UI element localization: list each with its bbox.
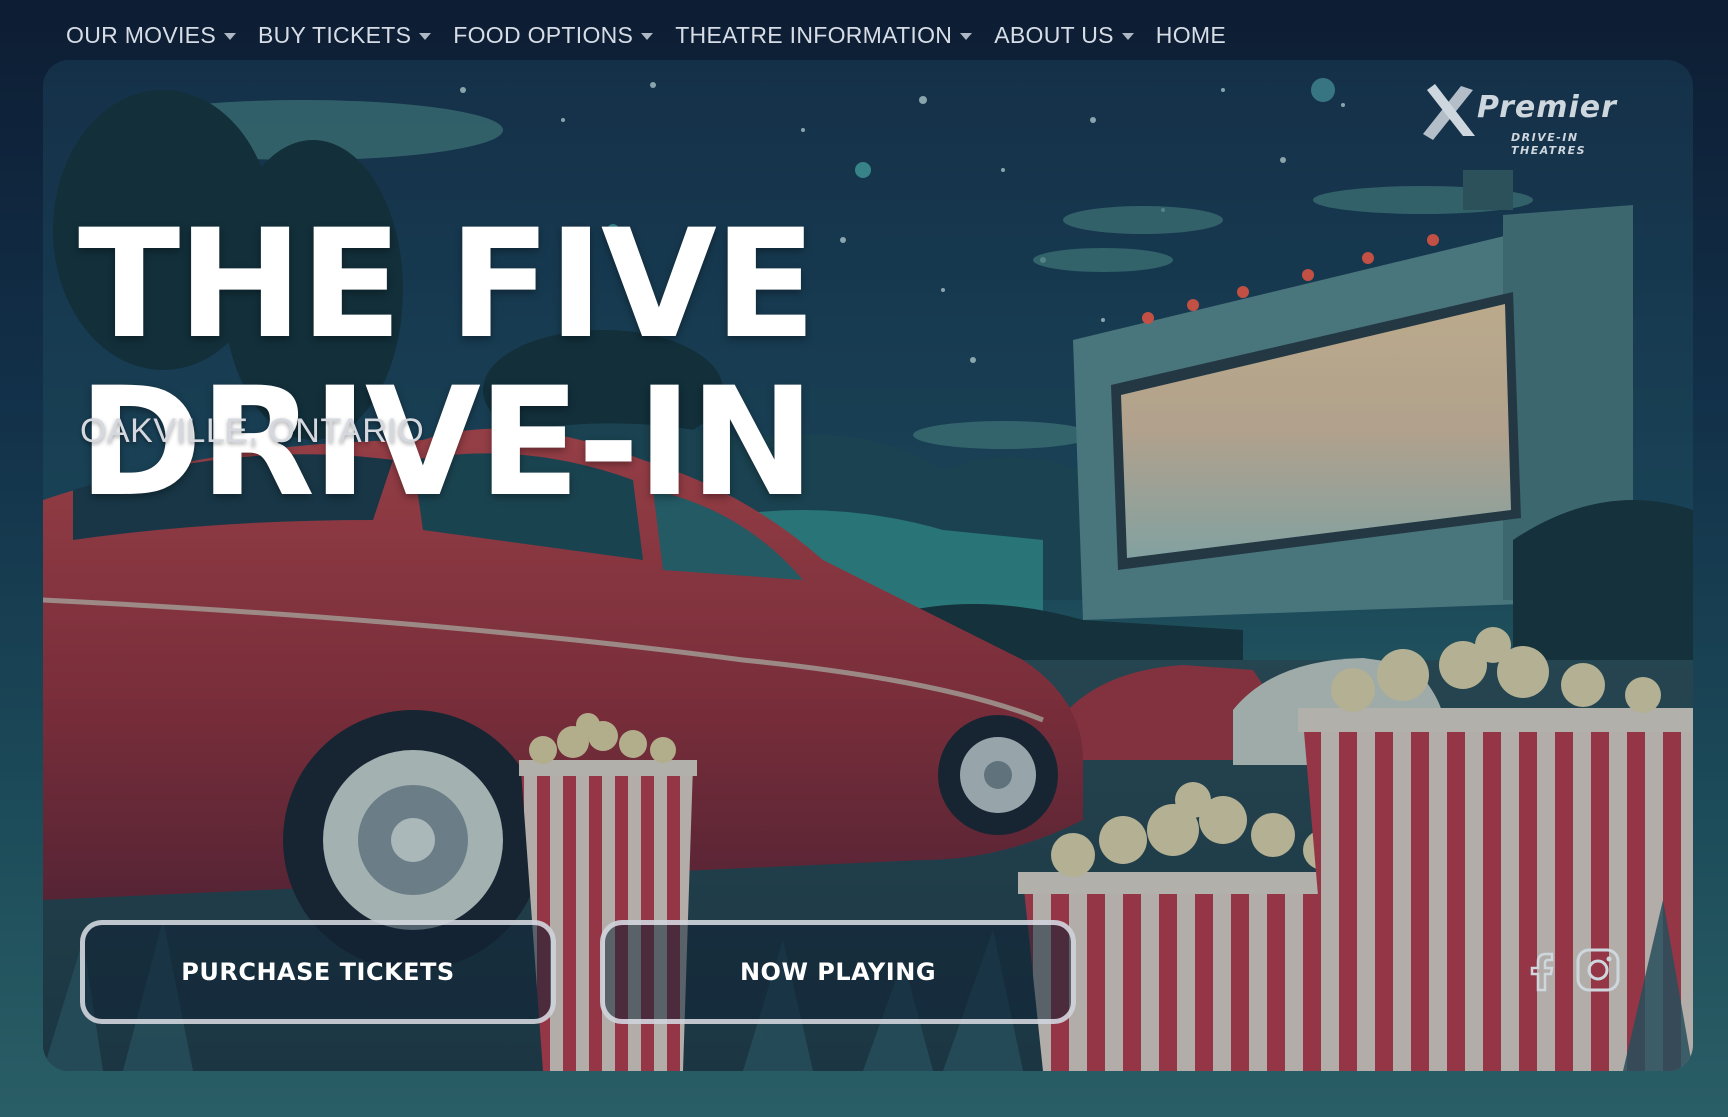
hero-banner: THE FIVE DRIVE-IN OAKVILLE, ONTARIO Prem…: [43, 60, 1693, 1071]
nav-item-label: HOME: [1155, 21, 1226, 48]
nav-item-about-us[interactable]: ABOUT US: [994, 22, 1134, 49]
logo-tagline: DRIVE-IN THEATRES: [1511, 131, 1587, 157]
title-line-1: THE FIVE: [78, 197, 816, 372]
logo-name: Premier: [1477, 90, 1617, 125]
chevron-down-icon: [223, 32, 236, 40]
instagram-icon[interactable]: [1574, 946, 1622, 994]
chevron-down-icon: [1121, 32, 1134, 40]
chevron-down-icon: [419, 32, 432, 40]
page-title: THE FIVE DRIVE-IN: [78, 197, 816, 522]
nav-item-theatre-information[interactable]: THEATRE INFORMATION: [675, 21, 973, 49]
location-subtitle: OAKVILLE, ONTARIO: [80, 412, 425, 450]
nav-item-label: BUY TICKETS: [257, 21, 412, 48]
nav-item-label: FOOD OPTIONS: [453, 21, 634, 48]
premier-logo[interactable]: Premier DRIVE-IN THEATRES: [1415, 76, 1655, 157]
nav-item-home[interactable]: HOME: [1156, 22, 1226, 49]
nav-item-label: OUR MOVIES: [66, 21, 216, 48]
purchase-tickets-button[interactable]: PURCHASE TICKETS: [80, 920, 556, 1024]
nav-item-label: THEATRE INFORMATION: [675, 21, 953, 48]
facebook-icon[interactable]: [1518, 946, 1566, 994]
nav-item-buy-tickets[interactable]: BUY TICKETS: [257, 21, 432, 49]
nav-item-food-options[interactable]: FOOD OPTIONS: [453, 21, 654, 49]
chevron-down-icon: [960, 32, 973, 40]
chevron-down-icon: [641, 32, 654, 40]
nav-item-label: ABOUT US: [994, 21, 1114, 48]
nav-item-our-movies[interactable]: OUR MOVIES: [66, 22, 236, 49]
now-playing-button[interactable]: NOW PLAYING: [600, 920, 1076, 1024]
